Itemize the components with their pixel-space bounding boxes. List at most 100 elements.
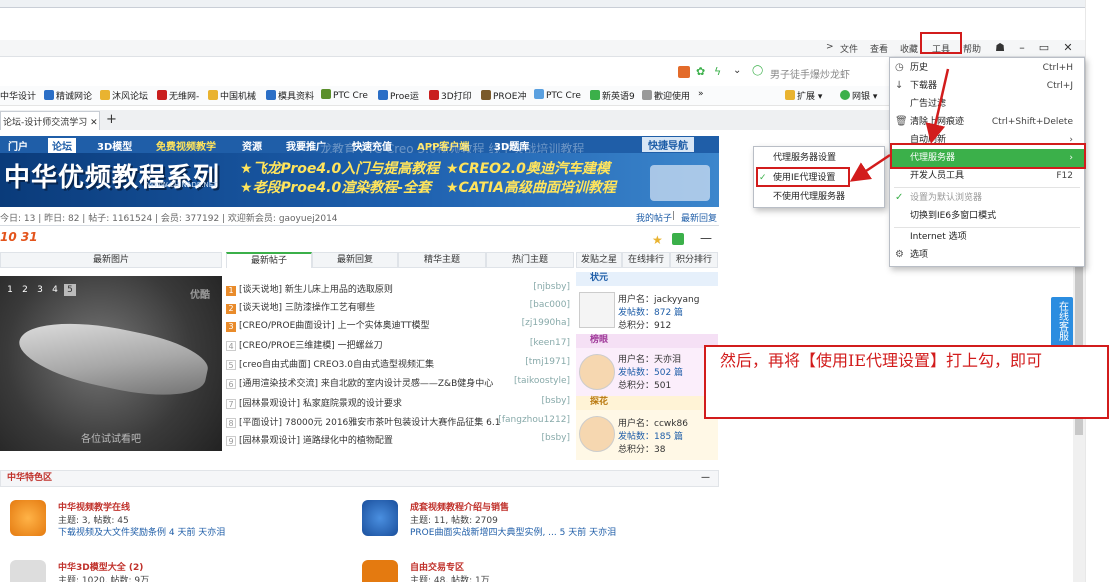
collapse-icon[interactable]: —	[700, 231, 712, 245]
fav-item[interactable]: 中国机械	[208, 89, 256, 102]
slide-page[interactable]: 4	[49, 284, 61, 296]
more-favorites-icon[interactable]: »	[698, 89, 704, 99]
fav-item[interactable]: 精诚网论	[44, 89, 92, 102]
menu-item-internet-options[interactable]: Internet 选项	[891, 228, 1085, 246]
avatar[interactable]	[579, 416, 615, 452]
minimize-icon[interactable]: –	[1012, 41, 1032, 55]
divider: |	[672, 211, 676, 221]
fav-item[interactable]: PTC Cre	[321, 89, 368, 101]
computer-illustration	[650, 165, 710, 201]
site-nav-item[interactable]: 3D模型	[97, 138, 132, 153]
rank-badge: 3	[226, 322, 236, 332]
avatar[interactable]	[579, 354, 615, 390]
post-row[interactable]: 1 [谈天说地] 新生儿床上用品的选取原则 [njbsby]	[226, 282, 572, 298]
tab-online-rank[interactable]: 在线排行	[622, 252, 670, 268]
post-row[interactable]: 6 [通用渲染技术交流] 来自北欧的室内设计灵感——Z&B健身中心 [taikoos…	[226, 376, 572, 392]
fav-item[interactable]: PROE冲	[481, 89, 526, 102]
fav-item[interactable]: 模具资料	[266, 89, 314, 102]
my-posts-link[interactable]: 我的帖子	[636, 211, 672, 224]
promo-link[interactable]: ★飞龙Proe4.0入门与提高教程	[240, 158, 439, 178]
page-icon	[642, 90, 652, 100]
post-row[interactable]: 7 [园林景观设计] 私家庭院景观的设计要求 [bsby]	[226, 396, 572, 412]
post-author[interactable]: [njbsby]	[533, 282, 570, 292]
slide-page[interactable]: 1	[4, 284, 16, 296]
tab-hot[interactable]: 热门主题	[486, 252, 574, 268]
user-card[interactable]: 用户名：天亦泪 发帖数：502 篇 总积分：501	[576, 348, 718, 398]
rank-badge: 9	[226, 436, 236, 446]
promo-link[interactable]: ★老段Proe4.0渲染教程-全套	[240, 177, 431, 197]
fav-item[interactable]: 中华设计	[0, 89, 36, 102]
tab-latest-replies[interactable]: 最新回复	[312, 252, 398, 268]
tab-close-icon[interactable]: ✕	[90, 118, 98, 128]
fav-item[interactable]: 沐风论坛	[100, 89, 148, 102]
quick-nav-button[interactable]: 快捷导航	[642, 137, 694, 152]
post-author[interactable]: [fangzhou1212]	[498, 415, 570, 425]
ptc-icon	[321, 89, 331, 99]
new-tab-button[interactable]: +	[106, 112, 117, 127]
tab-featured[interactable]: 精华主题	[398, 252, 486, 268]
post-author[interactable]: [bsby]	[542, 433, 570, 443]
image-icon[interactable]	[672, 233, 684, 245]
post-row[interactable]: 4 [CREO/PROE三维建模] 一把螺丝刀 [keen17]	[226, 338, 572, 354]
bookmark-icon	[266, 90, 276, 100]
bookmark-icon	[429, 90, 439, 100]
promo-link[interactable]: ★CATIA高级曲面培训教程	[446, 177, 616, 197]
site-nav-item[interactable]: 免费视频教学	[156, 138, 216, 153]
fav-item[interactable]: 3D打印	[429, 89, 472, 102]
site-banner[interactable]: 中华优频教程系列 WWW.CHINADE.NET ★飞龙Proe4.0入门与提高…	[0, 153, 719, 207]
fav-item[interactable]: 新英语9	[590, 89, 635, 102]
fav-item[interactable]: Proe运	[378, 89, 419, 102]
chevron-down-icon[interactable]: ⌄	[733, 65, 741, 76]
menu-help[interactable]: 帮助	[963, 42, 981, 55]
post-author[interactable]: [bsby]	[542, 396, 570, 406]
avatar[interactable]	[579, 292, 615, 328]
post-author[interactable]: [taikoostyle]	[514, 376, 570, 386]
promo-link[interactable]: ★CREO2.0奥迪汽车建模	[446, 158, 610, 178]
collapse-icon[interactable]: —	[701, 471, 710, 486]
star-icon[interactable]: ★	[652, 233, 663, 247]
fav-item[interactable]: PTC Cre	[534, 89, 581, 101]
restore-icon[interactable]: ▭	[1034, 41, 1054, 55]
user-card[interactable]: 用户名：ccwk86 发帖数：185 篇 总积分：38	[576, 410, 718, 460]
tab-forum[interactable]: 论坛-设计师交流学习 ✕	[0, 111, 100, 130]
fav-item[interactable]: 歡迎使用	[642, 89, 690, 102]
tab-latest-posts[interactable]: 最新帖子	[226, 252, 312, 268]
forum-item[interactable]: 成套视频教程介绍与销售 主题: 11, 帖数: 2709 PROE曲面实战新增四…	[362, 500, 692, 550]
post-row[interactable]: 9 [园林景观设计] 道路绿化中的植物配置 [bsby]	[226, 433, 572, 449]
slide-page[interactable]: 3	[34, 284, 46, 296]
menu-item-options[interactable]: ⚙ 选项	[891, 246, 1085, 264]
latest-replies-link[interactable]: 最新回复	[681, 211, 717, 224]
menu-item-ie6-mode[interactable]: 切换到IE6多窗口模式	[891, 207, 1085, 225]
forum-item[interactable]: 中华3D模型大全 (2) 主题: 1020, 帖数: 9万	[10, 560, 340, 582]
tab-post-star[interactable]: 发贴之星	[576, 252, 622, 268]
rank-badge: 1	[226, 286, 236, 296]
post-author[interactable]: [bac000]	[530, 300, 570, 310]
pin-icon[interactable]: ☗	[990, 41, 1010, 55]
close-icon[interactable]: ✕	[1058, 41, 1078, 55]
tab-score-rank[interactable]: 积分排行	[670, 252, 718, 268]
site-nav-item[interactable]: 资源	[242, 138, 262, 153]
user-card[interactable]: 用户名：jackyyang 发帖数：872 篇 总积分：912	[576, 286, 718, 336]
forum-item[interactable]: 中华视频教学在线 主题: 3, 帖数: 45 下载视频及大文件奖励条例 4 天前…	[10, 500, 340, 550]
menu-favorites[interactable]: 收藏	[900, 42, 918, 55]
menu-file[interactable]: 文件	[840, 42, 858, 55]
post-author[interactable]: [keen17]	[530, 338, 570, 348]
fav-item[interactable]: 无维网-	[157, 89, 199, 102]
post-author[interactable]: [tmj1971]	[525, 357, 570, 367]
post-row[interactable]: 5 [creo自由式曲面] CREO3.0自由式造型视频汇集 [tmj1971]	[226, 357, 572, 373]
lightning-icon[interactable]: ϟ	[714, 65, 721, 78]
menu-view[interactable]: 查看	[870, 42, 888, 55]
site-nav-item[interactable]: 门户	[8, 138, 28, 153]
post-row[interactable]: 3 [CREO/PROE曲面设计] 上一个实体奥迪TT模型 [zj1990ha]	[226, 318, 572, 334]
rank-badge: 7	[226, 399, 236, 409]
rss-icon[interactable]	[678, 66, 690, 78]
site-nav-item-active[interactable]: 论坛	[48, 138, 76, 153]
photo-slideshow[interactable]: 1 2 3 4 5 优酷 各位试试看吧	[0, 276, 222, 451]
post-row[interactable]: 2 [谈天说地] 三防漆操作工艺有哪些 [bac000]	[226, 300, 572, 316]
refresh-icon[interactable]: ✿	[696, 65, 705, 78]
forum-item[interactable]: 自由交易专区 主题: 48, 帖数: 1万	[362, 560, 692, 582]
post-row[interactable]: 8 [平面设计] 78000元 2016雅安市茶叶包装设计大赛作品征集 6.1 [f…	[226, 415, 572, 431]
slide-page[interactable]: 2	[19, 284, 31, 296]
post-author[interactable]: [zj1990ha]	[522, 318, 570, 328]
slide-page-active[interactable]: 5	[64, 284, 76, 296]
